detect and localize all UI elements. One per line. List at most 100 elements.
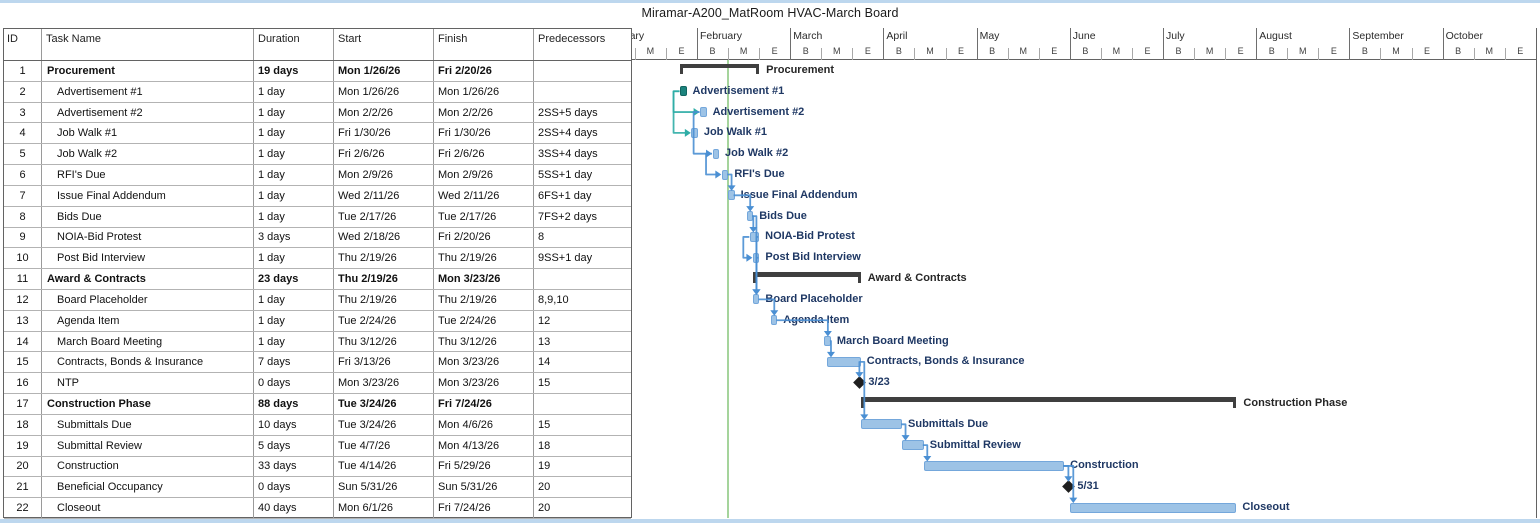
cell-id[interactable]: 22: [4, 498, 42, 518]
cell-id[interactable]: 8: [4, 207, 42, 227]
cell-task-name[interactable]: Board Placeholder: [42, 290, 254, 310]
table-row[interactable]: 4Job Walk #11 dayFri 1/30/26Fri 1/30/262…: [4, 123, 631, 144]
gantt-milestone[interactable]: [853, 376, 866, 389]
cell-start[interactable]: Mon 6/1/26: [334, 498, 434, 518]
cell-duration[interactable]: 1 day: [254, 311, 334, 331]
gantt-task-bar[interactable]: [722, 170, 729, 180]
cell-task-name[interactable]: Submittals Due: [42, 415, 254, 435]
cell-finish[interactable]: Wed 2/11/26: [434, 186, 534, 206]
cell-task-name[interactable]: Beneficial Occupancy: [42, 477, 254, 497]
table-row[interactable]: 16NTP0 daysMon 3/23/26Mon 3/23/2615: [4, 373, 631, 394]
gantt-task-bar[interactable]: [771, 315, 778, 325]
cell-duration[interactable]: 19 days: [254, 61, 334, 81]
cell-start[interactable]: Thu 2/19/26: [334, 248, 434, 268]
cell-duration[interactable]: 5 days: [254, 436, 334, 456]
table-row[interactable]: 8Bids Due1 dayTue 2/17/26Tue 2/17/267FS+…: [4, 207, 631, 228]
gantt-summary-bar[interactable]: [680, 64, 759, 69]
cell-finish[interactable]: Fri 7/24/26: [434, 498, 534, 518]
table-row[interactable]: 3Advertisement #21 dayMon 2/2/26Mon 2/2/…: [4, 103, 631, 124]
gantt-task-bar[interactable]: [753, 294, 760, 304]
cell-predecessors[interactable]: 2SS+4 days: [534, 123, 631, 143]
table-row[interactable]: 11Award & Contracts23 daysThu 2/19/26Mon…: [4, 269, 631, 290]
table-row[interactable]: 6RFI's Due1 dayMon 2/9/26Mon 2/9/265SS+1…: [4, 165, 631, 186]
cell-start[interactable]: Fri 2/6/26: [334, 144, 434, 164]
cell-predecessors[interactable]: 6FS+1 day: [534, 186, 631, 206]
cell-id[interactable]: 9: [4, 228, 42, 248]
cell-duration[interactable]: 0 days: [254, 373, 334, 393]
gantt-task-bar[interactable]: [924, 461, 1064, 471]
table-row[interactable]: 14March Board Meeting1 dayThu 3/12/26Thu…: [4, 332, 631, 353]
cell-id[interactable]: 3: [4, 103, 42, 123]
cell-start[interactable]: Fri 3/13/26: [334, 352, 434, 372]
cell-start[interactable]: Tue 3/24/26: [334, 394, 434, 414]
cell-start[interactable]: Mon 2/9/26: [334, 165, 434, 185]
cell-id[interactable]: 21: [4, 477, 42, 497]
cell-task-name[interactable]: Agenda Item: [42, 311, 254, 331]
gantt-summary-bar[interactable]: [753, 272, 861, 277]
cell-finish[interactable]: Sun 5/31/26: [434, 477, 534, 497]
cell-task-name[interactable]: Construction: [42, 457, 254, 477]
cell-task-name[interactable]: Contracts, Bonds & Insurance: [42, 352, 254, 372]
table-row[interactable]: 12Board Placeholder1 dayThu 2/19/26Thu 2…: [4, 290, 631, 311]
cell-duration[interactable]: 1 day: [254, 248, 334, 268]
cell-start[interactable]: Wed 2/11/26: [334, 186, 434, 206]
cell-task-name[interactable]: Advertisement #2: [42, 103, 254, 123]
cell-start[interactable]: Fri 1/30/26: [334, 123, 434, 143]
table-row[interactable]: 21Beneficial Occupancy0 daysSun 5/31/26S…: [4, 477, 631, 498]
cell-task-name[interactable]: RFI's Due: [42, 165, 254, 185]
column-header-id[interactable]: ID: [4, 29, 42, 60]
gantt-task-bar[interactable]: [728, 190, 735, 200]
cell-start[interactable]: Tue 4/7/26: [334, 436, 434, 456]
cell-finish[interactable]: Fri 2/20/26: [434, 61, 534, 81]
cell-duration[interactable]: 1 day: [254, 82, 334, 102]
cell-id[interactable]: 11: [4, 269, 42, 289]
cell-duration[interactable]: 40 days: [254, 498, 334, 518]
cell-finish[interactable]: Fri 5/29/26: [434, 457, 534, 477]
cell-duration[interactable]: 1 day: [254, 186, 334, 206]
cell-finish[interactable]: Mon 3/23/26: [434, 269, 534, 289]
cell-id[interactable]: 16: [4, 373, 42, 393]
gantt-task-bar[interactable]: [824, 336, 831, 346]
cell-predecessors[interactable]: 5SS+1 day: [534, 165, 631, 185]
cell-predecessors[interactable]: 15: [534, 373, 631, 393]
cell-finish[interactable]: Thu 3/12/26: [434, 332, 534, 352]
cell-predecessors[interactable]: 9SS+1 day: [534, 248, 631, 268]
cell-predecessors[interactable]: 19: [534, 457, 631, 477]
cell-predecessors[interactable]: 20: [534, 477, 631, 497]
cell-start[interactable]: Thu 3/12/26: [334, 332, 434, 352]
cell-finish[interactable]: Fri 2/6/26: [434, 144, 534, 164]
gantt-task-bar[interactable]: [827, 357, 860, 367]
cell-duration[interactable]: 33 days: [254, 457, 334, 477]
gantt-task-bar[interactable]: [713, 149, 720, 159]
cell-task-name[interactable]: NOIA-Bid Protest: [42, 228, 254, 248]
cell-finish[interactable]: Fri 7/24/26: [434, 394, 534, 414]
cell-task-name[interactable]: Job Walk #2: [42, 144, 254, 164]
cell-task-name[interactable]: Job Walk #1: [42, 123, 254, 143]
cell-predecessors[interactable]: 13: [534, 332, 631, 352]
gantt-summary-bar[interactable]: [861, 397, 1237, 402]
table-row[interactable]: 2Advertisement #11 dayMon 1/26/26Mon 1/2…: [4, 82, 631, 103]
cell-finish[interactable]: Tue 2/24/26: [434, 311, 534, 331]
gantt-task-bar[interactable]: [750, 232, 759, 242]
gantt-task-bar[interactable]: [861, 419, 902, 429]
cell-start[interactable]: Thu 2/19/26: [334, 290, 434, 310]
cell-finish[interactable]: Thu 2/19/26: [434, 290, 534, 310]
column-header-finish[interactable]: Finish: [434, 29, 534, 60]
cell-id[interactable]: 1: [4, 61, 42, 81]
cell-task-name[interactable]: Construction Phase: [42, 394, 254, 414]
cell-predecessors[interactable]: [534, 82, 631, 102]
cell-task-name[interactable]: Procurement: [42, 61, 254, 81]
cell-predecessors[interactable]: 2SS+5 days: [534, 103, 631, 123]
cell-duration[interactable]: 1 day: [254, 123, 334, 143]
cell-start[interactable]: Sun 5/31/26: [334, 477, 434, 497]
cell-task-name[interactable]: Advertisement #1: [42, 82, 254, 102]
gantt-milestone[interactable]: [1062, 480, 1075, 493]
table-row[interactable]: 20Construction33 daysTue 4/14/26Fri 5/29…: [4, 457, 631, 478]
table-row[interactable]: 18Submittals Due10 daysTue 3/24/26Mon 4/…: [4, 415, 631, 436]
cell-id[interactable]: 6: [4, 165, 42, 185]
cell-finish[interactable]: Mon 1/26/26: [434, 82, 534, 102]
cell-start[interactable]: Tue 2/24/26: [334, 311, 434, 331]
table-row[interactable]: 9NOIA-Bid Protest3 daysWed 2/18/26Fri 2/…: [4, 228, 631, 249]
table-row[interactable]: 19Submittal Review5 daysTue 4/7/26Mon 4/…: [4, 436, 631, 457]
cell-id[interactable]: 13: [4, 311, 42, 331]
